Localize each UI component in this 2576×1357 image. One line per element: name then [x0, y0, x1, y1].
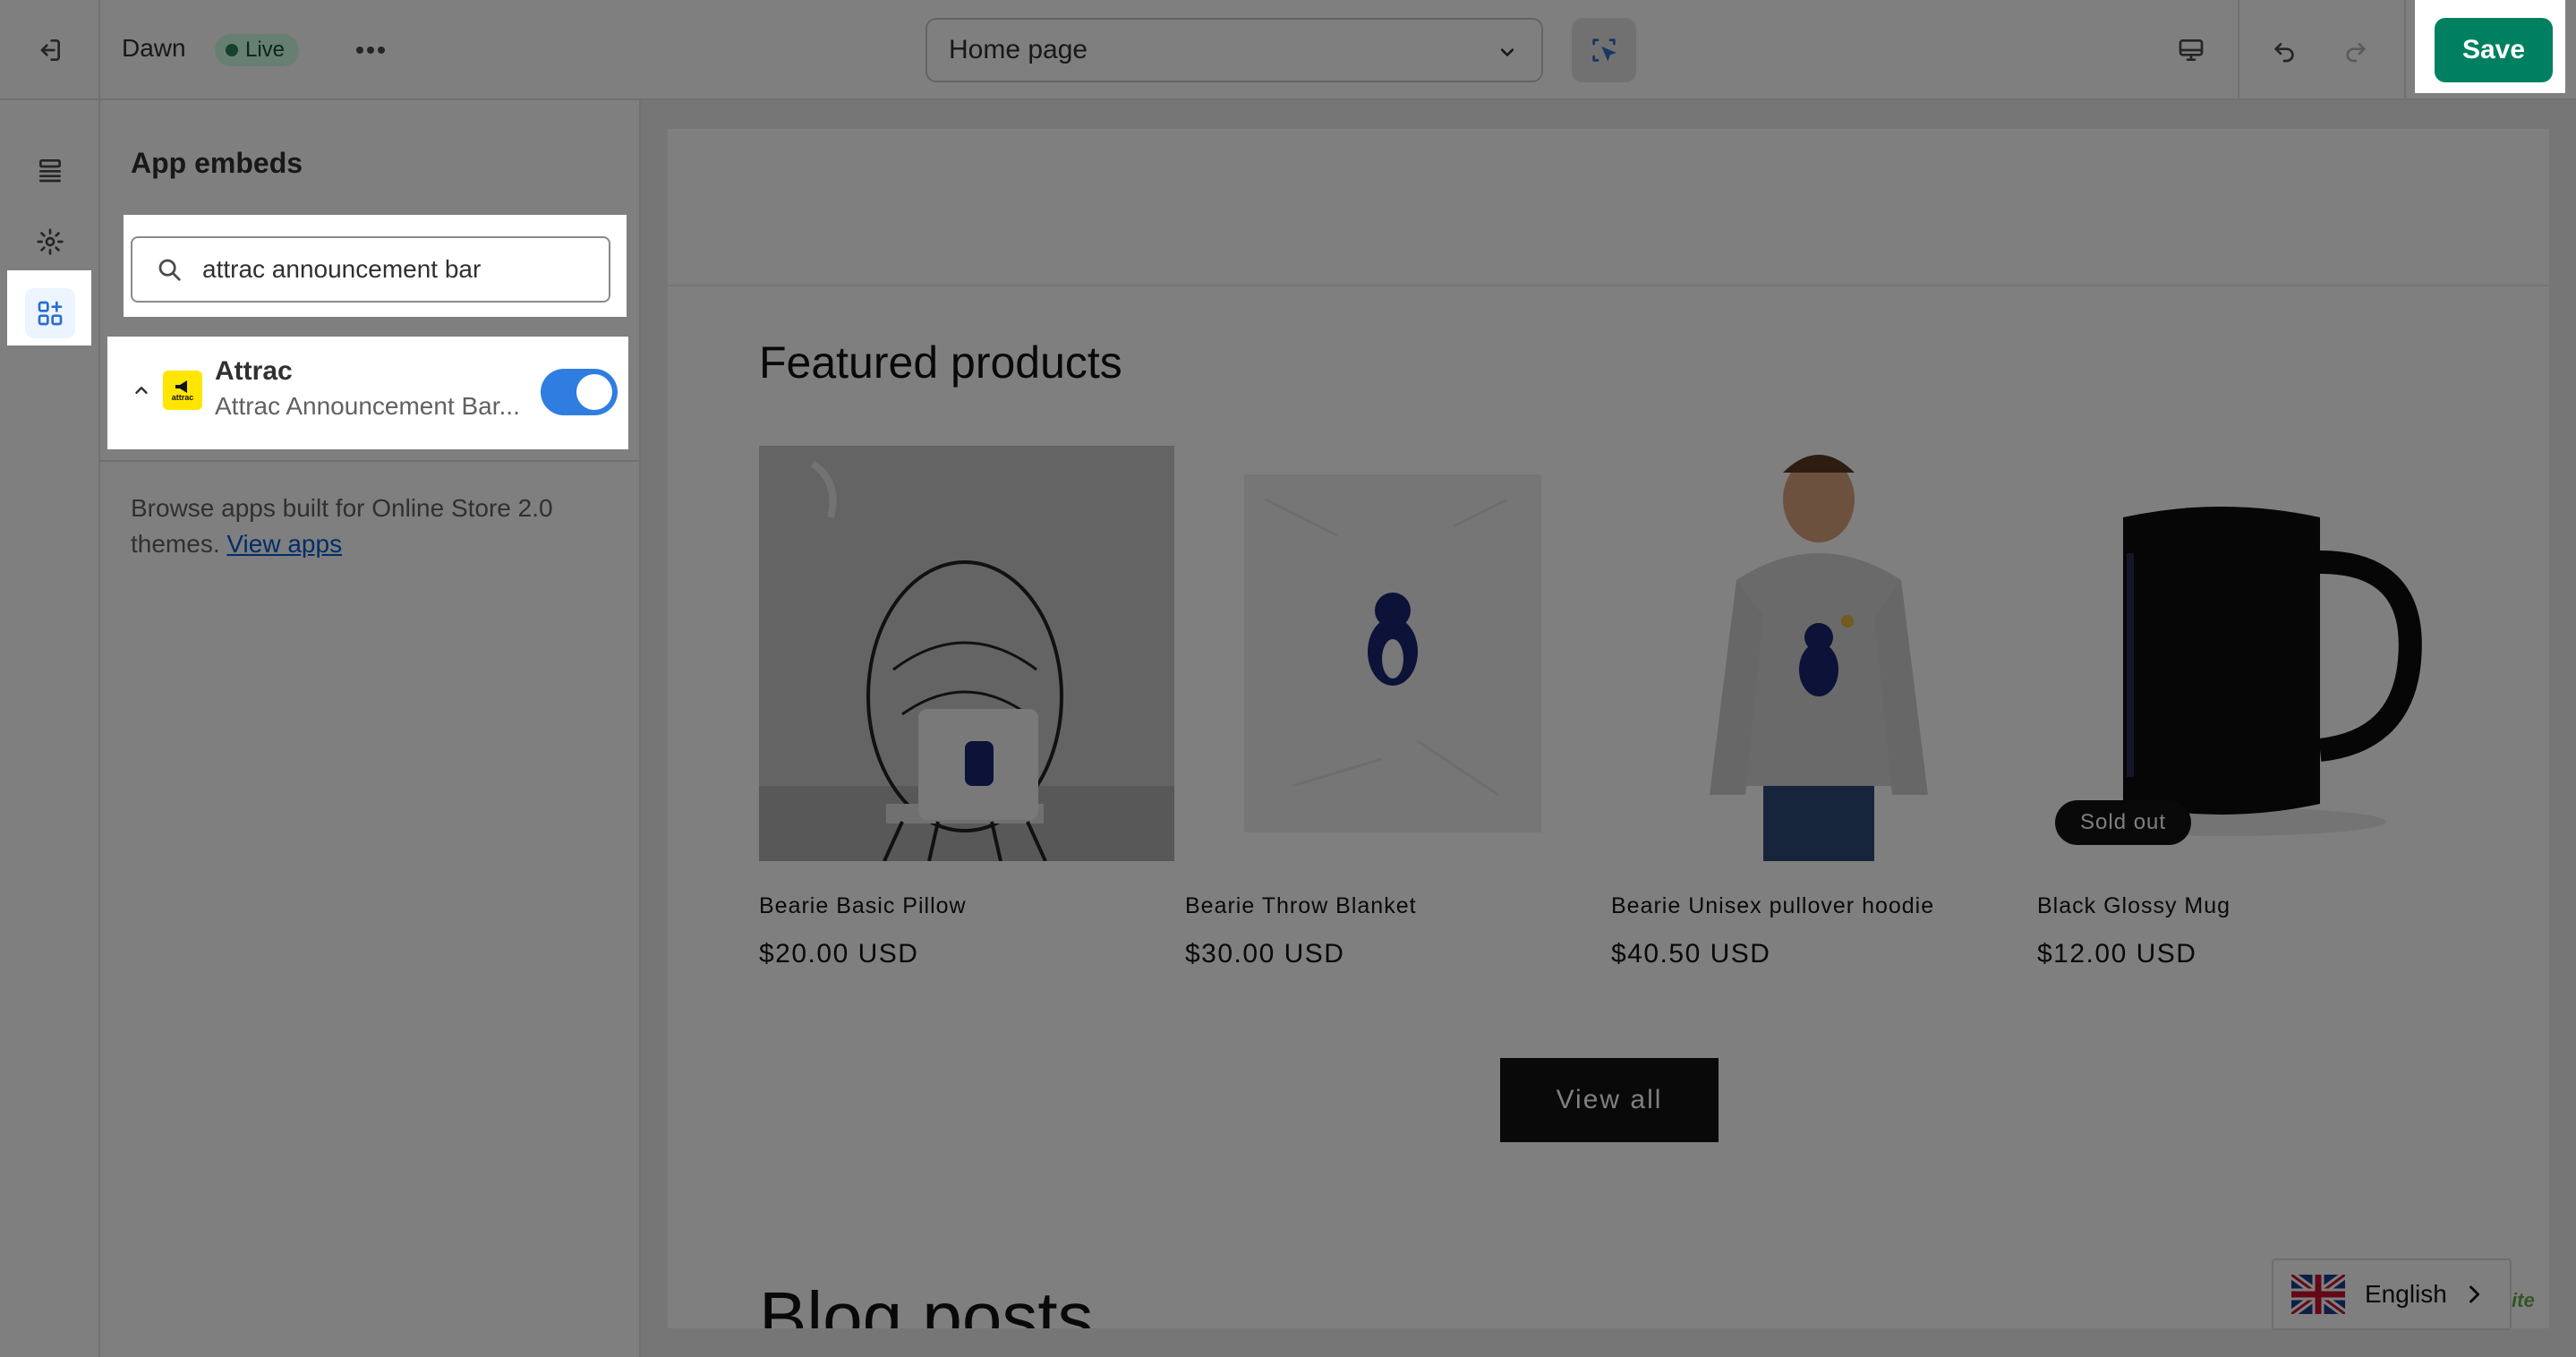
status-badge-label: Live	[245, 38, 286, 62]
editor-nav-rail	[0, 100, 100, 1357]
panel-title: App embeds	[131, 147, 303, 179]
product-card[interactable]: Bearie Throw Blanket $30.00 USD	[1185, 446, 1600, 969]
product-name: Black Glossy Mug	[2037, 893, 2231, 918]
desktop-icon	[2179, 38, 2204, 61]
product-card[interactable]: Bearie Unisex pullover hoodie $40.50 USD	[1611, 446, 2026, 969]
exit-button[interactable]	[0, 0, 100, 100]
status-badge: Live	[215, 34, 300, 66]
chevron-down-icon	[1500, 48, 1514, 56]
redo-icon	[2346, 42, 2366, 63]
toggle-knob	[576, 374, 612, 410]
blanket-image	[1244, 474, 1541, 832]
sections-nav-button[interactable]	[25, 145, 75, 195]
sections-icon	[39, 159, 61, 183]
theme-name: Dawn	[122, 34, 186, 62]
page-selector-label: Home page	[949, 35, 1088, 64]
gear-icon	[37, 228, 64, 255]
chevron-right-icon	[2469, 1285, 2480, 1303]
product-image: Sold out	[2037, 446, 2452, 861]
app-embed-name: Attrac	[215, 356, 293, 386]
flag-uk-icon	[2291, 1275, 2345, 1314]
product-price: $30.00 USD	[1185, 939, 1345, 969]
product-image	[759, 446, 1174, 861]
app-embeds-icon	[38, 301, 63, 326]
hoodie-model-image	[1710, 455, 1928, 861]
product-card[interactable]: Bearie Basic Pillow $20.00 USD	[759, 446, 1174, 969]
panel-divider	[100, 460, 641, 462]
exit-icon	[40, 39, 60, 61]
attrac-logo: attrac	[163, 371, 202, 410]
device-preview-button[interactable]	[2166, 25, 2216, 75]
view-all-button[interactable]: View all	[1500, 1058, 1719, 1142]
product-image	[1185, 446, 1600, 861]
blog-posts-title: Blog posts	[759, 1277, 1094, 1328]
mug-image	[2064, 507, 2422, 836]
preview-header-area	[668, 129, 2549, 286]
app-embed-item[interactable]: attrac Attrac Attrac Announcement Bar...	[106, 333, 635, 449]
chevron-up-icon	[135, 387, 148, 394]
collapse-button[interactable]	[124, 372, 159, 408]
product-card[interactable]: Sold out Black Glossy Mug $12.00 USD	[2037, 446, 2452, 969]
app-embeds-nav-button[interactable]	[25, 288, 75, 338]
browse-apps-text: Browse apps built for Online Store 2.0 t…	[131, 491, 614, 562]
language-label: English	[2365, 1280, 2447, 1308]
inspect-icon	[1592, 38, 1616, 62]
undo-button[interactable]	[2259, 25, 2309, 75]
app-embed-description: Attrac Announcement Bar...	[215, 392, 520, 420]
top-bar: Dawn Live Home page Save	[0, 0, 2576, 100]
product-name: Bearie Unisex pullover hoodie	[1611, 893, 1935, 918]
store-preview: Featured products Bearie Basic Pillow $2…	[668, 129, 2549, 1328]
lite-badge: ite	[2512, 1289, 2535, 1311]
app-embed-toggle[interactable]	[541, 369, 618, 415]
save-button[interactable]: Save	[2435, 18, 2553, 82]
app-embeds-panel: App embeds attrac Attrac Attrac Announce…	[100, 100, 641, 1357]
product-image	[1611, 446, 2026, 861]
undo-icon	[2274, 42, 2294, 63]
pillow-chair-image	[759, 446, 1174, 861]
more-actions-button[interactable]	[347, 27, 394, 73]
view-apps-link[interactable]: View apps	[226, 530, 342, 558]
featured-products-title: Featured products	[759, 337, 1122, 388]
page-selector[interactable]: Home page	[925, 18, 1543, 82]
product-price: $12.00 USD	[2037, 939, 2197, 969]
inspector-button[interactable]	[1572, 18, 1636, 82]
more-icon	[356, 47, 385, 54]
search-icon	[158, 259, 181, 281]
sold-out-badge: Sold out	[2055, 800, 2192, 845]
topbar-divider	[2238, 0, 2239, 100]
product-name: Bearie Throw Blanket	[1185, 893, 1417, 918]
live-dot-icon	[226, 44, 238, 56]
theme-settings-nav-button[interactable]	[25, 217, 75, 267]
search-input[interactable]	[202, 255, 596, 284]
topbar-divider	[2404, 0, 2406, 100]
product-price: $20.00 USD	[759, 939, 919, 969]
megaphone-icon	[175, 380, 187, 393]
language-selector[interactable]: English	[2272, 1259, 2512, 1330]
product-name: Bearie Basic Pillow	[759, 893, 967, 918]
logo-text: attrac	[171, 392, 194, 402]
product-price: $40.50 USD	[1611, 939, 1771, 969]
redo-button[interactable]	[2331, 25, 2381, 75]
app-embeds-search[interactable]	[131, 236, 610, 303]
